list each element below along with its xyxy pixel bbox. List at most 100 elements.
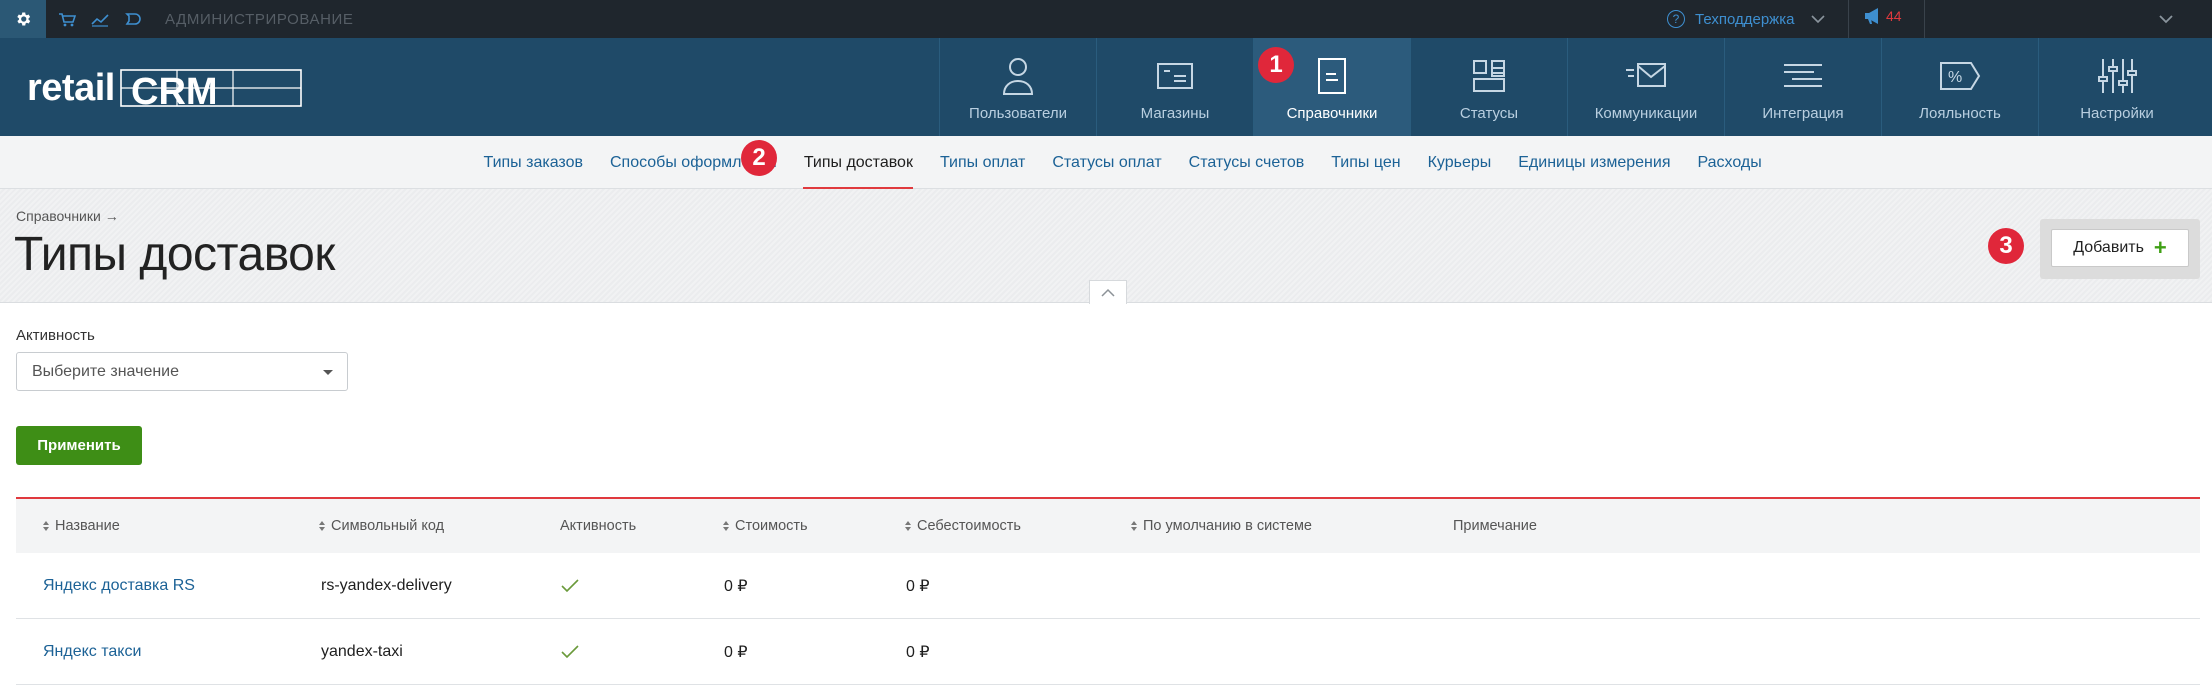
- nav-users[interactable]: Пользователи: [939, 38, 1096, 136]
- cell-self-cost: 0 ₽: [906, 644, 930, 661]
- cell-cost: 0 ₽: [724, 644, 748, 661]
- subnav-tabs: Типы заказов Способы оформления Типы дос…: [470, 136, 1775, 189]
- support-menu[interactable]: ? Техподдержка: [1667, 6, 1826, 32]
- cell-cost: 0 ₽: [724, 578, 748, 595]
- gear-icon[interactable]: [0, 0, 46, 38]
- caret-down-icon: [323, 370, 333, 375]
- user-menu-chevron-icon[interactable]: [2158, 9, 2174, 34]
- analytics-icon[interactable]: [89, 9, 111, 31]
- add-button-label: Добавить: [2073, 239, 2144, 256]
- directory-icon: [1310, 54, 1354, 98]
- delivery-types-table: Название Символьный код Активность Стоим…: [16, 497, 2200, 685]
- sort-icon: [723, 521, 729, 531]
- nav-communications[interactable]: Коммуникации: [1567, 38, 1724, 136]
- main-nav: Пользователи Магазины Справочники Статус…: [939, 38, 2195, 136]
- nav-loyalty[interactable]: % Лояльность: [1881, 38, 2038, 136]
- apply-button[interactable]: Применить: [16, 426, 142, 465]
- delivery-type-link[interactable]: Яндекс доставка RS: [43, 577, 195, 595]
- divider: [1924, 0, 1925, 38]
- main-header: retail CRM Пользователи Магазины Справоч…: [0, 38, 2212, 136]
- nav-stores[interactable]: Магазины: [1096, 38, 1253, 136]
- logo-text: retail: [27, 66, 115, 109]
- nav-label: Лояльность: [1919, 105, 2001, 122]
- tab-units[interactable]: Единицы измерения: [1505, 136, 1684, 189]
- tab-payment-types[interactable]: Типы оплат: [926, 136, 1038, 189]
- step-marker-2: 2: [741, 140, 777, 176]
- cart-icon[interactable]: [56, 9, 78, 31]
- table-row[interactable]: Яндекс такси yandex-taxi 0 ₽ 0 ₽: [16, 619, 2200, 685]
- cell-code: yandex-taxi: [321, 643, 403, 660]
- notifications-button[interactable]: 44: [1862, 5, 1902, 27]
- delivery-type-link[interactable]: Яндекс такси: [43, 643, 141, 661]
- nav-label: Интеграция: [1762, 105, 1844, 122]
- column-header-name[interactable]: Название: [43, 499, 120, 553]
- store-icon: [1153, 54, 1197, 98]
- nav-integration[interactable]: Интеграция: [1724, 38, 1881, 136]
- column-label: По умолчанию в системе: [1143, 518, 1312, 534]
- cell-name[interactable]: Яндекс такси: [43, 619, 141, 685]
- column-header-code[interactable]: Символьный код: [319, 499, 444, 553]
- add-button[interactable]: Добавить +: [2051, 229, 2189, 267]
- notifications-count: 44: [1886, 8, 1902, 24]
- logo-crm-mark: CRM: [120, 69, 302, 112]
- tab-invoice-statuses[interactable]: Статусы счетов: [1175, 136, 1318, 189]
- activity-filter-label: Активность: [16, 327, 95, 344]
- breadcrumb[interactable]: Справочники →: [16, 208, 119, 224]
- column-header-cost[interactable]: Стоимость: [723, 499, 808, 553]
- megaphone-icon: [1865, 8, 1878, 24]
- support-label: Техподдержка: [1695, 10, 1795, 28]
- sort-icon: [1131, 521, 1137, 531]
- cell-code: rs-yandex-delivery: [321, 577, 452, 594]
- page-title: Типы доставок: [14, 228, 335, 281]
- column-label: Примечание: [1453, 518, 1537, 534]
- tab-couriers[interactable]: Курьеры: [1414, 136, 1505, 189]
- user-icon: [996, 54, 1040, 98]
- table-header: Название Символьный код Активность Стоим…: [16, 497, 2200, 553]
- plus-icon: +: [2153, 235, 2167, 260]
- column-header-activity: Активность: [560, 499, 636, 553]
- sort-icon: [319, 521, 325, 531]
- tab-payment-statuses[interactable]: Статусы оплат: [1039, 136, 1175, 189]
- tab-price-types[interactable]: Типы цен: [1318, 136, 1414, 189]
- help-icon: ?: [1667, 10, 1685, 28]
- step-marker-3: 3: [1988, 228, 2024, 264]
- nav-label: Пользователи: [969, 105, 1067, 122]
- nav-label: Настройки: [2080, 105, 2154, 122]
- table-row[interactable]: Яндекс доставка RS rs-yandex-delivery 0 …: [16, 553, 2200, 619]
- chevron-down-icon: [1811, 15, 1826, 24]
- chevron-up-icon: [1101, 288, 1115, 297]
- column-header-default[interactable]: По умолчанию в системе: [1131, 499, 1312, 553]
- activity-select-value: Выберите значение: [32, 362, 180, 380]
- retailcrm-logo[interactable]: retail CRM: [27, 64, 307, 112]
- top-bar: АДМИНИСТРИРОВАНИЕ ? Техподдержка 44: [0, 0, 2212, 38]
- tab-order-types[interactable]: Типы заказов: [470, 136, 596, 189]
- column-label: Стоимость: [735, 518, 808, 534]
- column-header-self-cost[interactable]: Себестоимость: [905, 499, 1021, 553]
- add-button-wrapper: Добавить +: [2040, 219, 2200, 279]
- column-label: Активность: [560, 518, 637, 534]
- nav-label: Статусы: [1459, 105, 1519, 122]
- collapse-filters-button[interactable]: [1089, 280, 1127, 304]
- subnav: Типы заказов Способы оформления Типы дос…: [0, 136, 2212, 189]
- communications-icon: [1624, 54, 1668, 98]
- nav-statuses[interactable]: Статусы: [1410, 38, 1567, 136]
- settings-sliders-icon: [2095, 54, 2139, 98]
- cell-self-cost: 0 ₽: [906, 578, 930, 595]
- tab-delivery-types[interactable]: Типы доставок: [790, 136, 926, 189]
- divider: [1848, 0, 1849, 38]
- activity-select[interactable]: Выберите значение: [16, 352, 348, 391]
- sort-icon: [905, 521, 911, 531]
- step-marker-1: 1: [1258, 47, 1294, 83]
- checkmark-icon: [561, 645, 579, 659]
- column-label: Символьный код: [331, 518, 445, 534]
- statuses-icon: [1467, 54, 1511, 98]
- integration-icon: [1781, 54, 1825, 98]
- sort-icon: [43, 521, 49, 531]
- tab-expenses[interactable]: Расходы: [1684, 136, 1775, 189]
- nav-settings[interactable]: Настройки: [2038, 38, 2195, 136]
- admin-label[interactable]: АДМИНИСТРИРОВАНИЕ: [165, 11, 354, 28]
- column-label: Себестоимость: [917, 518, 1021, 534]
- cell-activity: [560, 553, 580, 619]
- cell-name[interactable]: Яндекс доставка RS: [43, 553, 195, 619]
- chat-icon[interactable]: [122, 9, 144, 31]
